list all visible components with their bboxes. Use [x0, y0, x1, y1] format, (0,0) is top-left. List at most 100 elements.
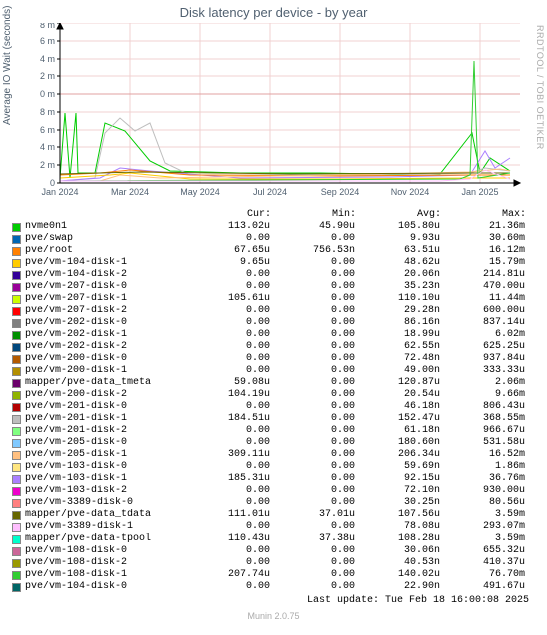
legend-avg: 30.25n: [355, 497, 440, 509]
legend-avg: 49.00n: [355, 365, 440, 377]
xtick: Mar 2024: [111, 187, 149, 197]
legend-avg: 46.18n: [355, 401, 440, 413]
legend-cur: 184.51u: [185, 413, 270, 425]
legend-avg: 63.51u: [355, 245, 440, 257]
legend-min: 0.00: [270, 449, 355, 461]
legend-cur: 0.00: [185, 329, 270, 341]
legend-max: 625.25u: [440, 341, 525, 353]
legend-min: 0.00: [270, 353, 355, 365]
ytick: 1.8 m: [40, 23, 55, 30]
legend-swatch: [12, 343, 21, 352]
legend-min: 0.00: [270, 257, 355, 269]
legend-name: pve/vm-200-disk-1: [25, 365, 185, 377]
legend-avg: 92.15u: [355, 473, 440, 485]
legend-avg: 105.80u: [355, 221, 440, 233]
legend-swatch: [12, 583, 21, 592]
legend-min: 756.53n: [270, 245, 355, 257]
legend-row: pve/vm-3389-disk-00.000.0030.25n80.56u: [12, 497, 547, 509]
legend-max: 1.86m: [440, 461, 525, 473]
legend-name: pve/vm-207-disk-2: [25, 305, 185, 317]
legend-avg: 180.60n: [355, 437, 440, 449]
legend-cur: 207.74u: [185, 569, 270, 581]
legend-row: pve/swap0.000.009.93u30.60m: [12, 233, 547, 245]
legend-max: 3.59m: [440, 509, 525, 521]
legend-row: pve/vm-202-disk-00.000.0086.16n837.14u: [12, 317, 547, 329]
ytick: 0.2 m: [40, 160, 55, 170]
legend-avg: 72.48n: [355, 353, 440, 365]
legend-cur: 9.65u: [185, 257, 270, 269]
legend-name: pve/vm-201-disk-1: [25, 413, 185, 425]
legend-max: 491.67u: [440, 581, 525, 593]
ytick: 0.4 m: [40, 142, 55, 152]
legend-avg: 110.10u: [355, 293, 440, 305]
rrdtool-credit: RRDTOOL / TOBI OETIKER: [535, 25, 545, 150]
legend-min: 0.00: [270, 317, 355, 329]
legend-row: pve/vm-207-disk-1105.61u0.00110.10u11.44…: [12, 293, 547, 305]
legend-avg: 108.28u: [355, 533, 440, 545]
legend-min: 0.00: [270, 437, 355, 449]
legend-min: 0.00: [270, 569, 355, 581]
legend-swatch: [12, 415, 21, 424]
legend-avg: 206.34u: [355, 449, 440, 461]
munin-graph-container: Disk latency per device - by year Averag…: [0, 0, 547, 626]
legend-cur: 0.00: [185, 305, 270, 317]
legend-name: pve/vm-3389-disk-1: [25, 521, 185, 533]
legend-name: pve/vm-207-disk-1: [25, 293, 185, 305]
legend-min: 0.00: [270, 281, 355, 293]
legend-swatch: [12, 223, 21, 232]
legend-cur: 0.00: [185, 401, 270, 413]
legend-row: pve/vm-104-disk-19.65u0.0048.62u15.79m: [12, 257, 547, 269]
xtick: Nov 2024: [391, 187, 430, 197]
legend-swatch: [12, 247, 21, 256]
legend-avg: 62.55n: [355, 341, 440, 353]
legend-max: 470.00u: [440, 281, 525, 293]
legend-name: pve/vm-108-disk-0: [25, 545, 185, 557]
legend-name: pve/vm-207-disk-0: [25, 281, 185, 293]
legend-avg: 22.90n: [355, 581, 440, 593]
legend-min: 0.00: [270, 293, 355, 305]
legend-avg: 78.08u: [355, 521, 440, 533]
legend-name: pve/vm-3389-disk-0: [25, 497, 185, 509]
legend-name: pve/vm-202-disk-0: [25, 317, 185, 329]
legend-avg: 40.53n: [355, 557, 440, 569]
legend-row: pve/vm-200-disk-2104.19u0.0020.54u9.66m: [12, 389, 547, 401]
legend-name: pve/vm-205-disk-0: [25, 437, 185, 449]
legend-max: 600.00u: [440, 305, 525, 317]
legend-swatch: [12, 559, 21, 568]
legend-row: pve/vm-202-disk-20.000.0062.55n625.25u: [12, 341, 547, 353]
legend-cur: 67.65u: [185, 245, 270, 257]
legend-min: 37.01u: [270, 509, 355, 521]
legend-cur: 0.00: [185, 425, 270, 437]
legend-max: 9.66m: [440, 389, 525, 401]
legend-max: 2.06m: [440, 377, 525, 389]
legend-min: 0.00: [270, 269, 355, 281]
legend-name: pve/vm-202-disk-2: [25, 341, 185, 353]
legend-row: pve/root67.65u756.53n63.51u16.12m: [12, 245, 547, 257]
plot-area: 0 0.2 m 0.4 m 0.6 m 0.8 m 1.0 m 1.2 m 1.…: [40, 23, 530, 203]
xtick: Sep 2024: [321, 187, 360, 197]
legend-cur: 110.43u: [185, 533, 270, 545]
legend-min: 0.00: [270, 389, 355, 401]
legend-cur: 0.00: [185, 269, 270, 281]
legend-max: 837.14u: [440, 317, 525, 329]
legend-max: 368.55m: [440, 413, 525, 425]
legend-row: pve/vm-205-disk-1309.11u0.00206.34u16.52…: [12, 449, 547, 461]
legend-cur: 0.00: [185, 281, 270, 293]
legend-avg: 61.18n: [355, 425, 440, 437]
ytick: 1.4 m: [40, 54, 55, 64]
legend-row: mapper/pve-data_tmeta59.08u0.00120.87u2.…: [12, 377, 547, 389]
legend-swatch: [12, 475, 21, 484]
legend-swatch: [12, 451, 21, 460]
legend-swatch: [12, 547, 21, 556]
legend-max: 16.52m: [440, 449, 525, 461]
legend-swatch: [12, 499, 21, 508]
ytick: 1.6 m: [40, 36, 55, 46]
legend-row: pve/vm-108-disk-00.000.0030.06n655.32u: [12, 545, 547, 557]
col-max: Max:: [441, 209, 526, 221]
legend-swatch: [12, 319, 21, 328]
legend-name: pve/vm-201-disk-2: [25, 425, 185, 437]
legend-name: pve/vm-103-disk-1: [25, 473, 185, 485]
xtick: May 2024: [180, 187, 220, 197]
legend-swatch: [12, 307, 21, 316]
legend-swatch: [12, 463, 21, 472]
